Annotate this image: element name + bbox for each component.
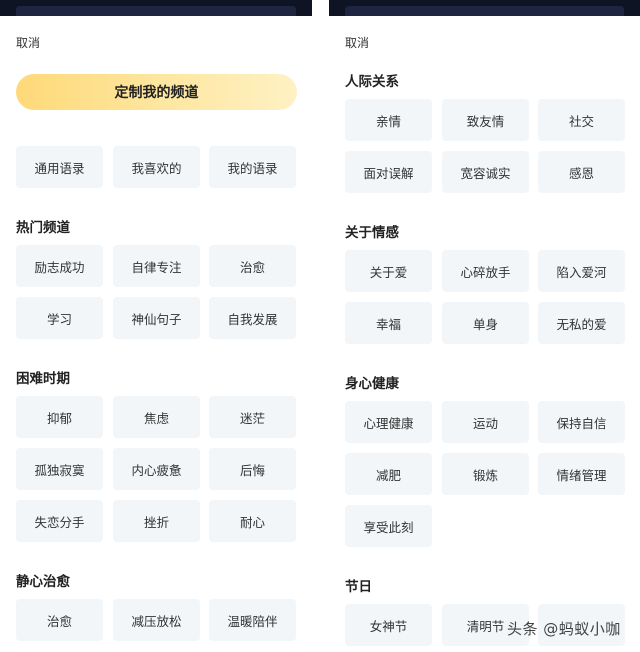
status-bar: [0, 0, 312, 16]
chip[interactable]: 享受此刻: [345, 505, 432, 547]
watermark-text: 头条 @蚂蚁小咖: [507, 620, 621, 638]
section-title-health: 身心健康: [345, 376, 399, 392]
chip[interactable]: 治愈: [16, 599, 103, 641]
chip[interactable]: 迷茫: [209, 396, 296, 438]
chip[interactable]: 运动: [442, 401, 529, 443]
chip[interactable]: 内心疲惫: [113, 448, 200, 490]
chip[interactable]: 无私的爱: [538, 302, 625, 344]
section-title-holidays: 节日: [345, 579, 372, 595]
chip[interactable]: 挫折: [113, 500, 200, 542]
chip[interactable]: 女神节: [345, 604, 432, 646]
chip[interactable]: 治愈: [209, 245, 296, 287]
chip[interactable]: 神仙句子: [113, 297, 200, 339]
chip[interactable]: 亲情: [345, 99, 432, 141]
chip[interactable]: 心理健康: [345, 401, 432, 443]
chip[interactable]: 减肥: [345, 453, 432, 495]
chip[interactable]: 关于爱: [345, 250, 432, 292]
customize-channel-button[interactable]: 定制我的频道: [16, 74, 297, 110]
chip[interactable]: 温暖陪伴: [209, 599, 296, 641]
chip[interactable]: 锻炼: [442, 453, 529, 495]
section-title-calm: 静心治愈: [16, 574, 70, 590]
chip[interactable]: 失恋分手: [16, 500, 103, 542]
chip[interactable]: 自律专注: [113, 245, 200, 287]
chip[interactable]: 陷入爱河: [538, 250, 625, 292]
section-title-emotions: 关于情感: [345, 225, 399, 241]
chip[interactable]: 情绪管理: [538, 453, 625, 495]
chip[interactable]: 焦虑: [113, 396, 200, 438]
chip[interactable]: 致友情: [442, 99, 529, 141]
chip-general-quotes[interactable]: 通用语录: [16, 146, 103, 188]
cancel-button[interactable]: 取消: [345, 34, 369, 51]
chip[interactable]: 孤独寂寞: [16, 448, 103, 490]
chip[interactable]: 耐心: [209, 500, 296, 542]
chip[interactable]: 单身: [442, 302, 529, 344]
chip[interactable]: 后悔: [209, 448, 296, 490]
chip-my-quotes[interactable]: 我的语录: [209, 146, 296, 188]
chip[interactable]: 幸福: [345, 302, 432, 344]
right-channel-panel: 取消 人际关系 亲情 致友情 社交 面对误解 宽容诚实 感恩 关于情感 关于爱 …: [329, 0, 640, 652]
left-channel-panel: 取消 定制我的频道 通用语录 我喜欢的 我的语录 热门频道 励志成功 自律专注 …: [0, 0, 312, 652]
chip[interactable]: 社交: [538, 99, 625, 141]
chip[interactable]: 宽容诚实: [442, 151, 529, 193]
chip[interactable]: 自我发展: [209, 297, 296, 339]
chip[interactable]: 抑郁: [16, 396, 103, 438]
chip[interactable]: 学习: [16, 297, 103, 339]
cancel-button[interactable]: 取消: [16, 34, 40, 51]
chip[interactable]: 励志成功: [16, 245, 103, 287]
section-title-hard-times: 困难时期: [16, 371, 70, 387]
chip[interactable]: 减压放松: [113, 599, 200, 641]
chip[interactable]: 心碎放手: [442, 250, 529, 292]
chip[interactable]: 保持自信: [538, 401, 625, 443]
section-title-hot: 热门频道: [16, 220, 70, 236]
status-bar: [329, 0, 640, 16]
chip-my-favorites[interactable]: 我喜欢的: [113, 146, 200, 188]
section-title-relationships: 人际关系: [345, 74, 399, 90]
chip[interactable]: 感恩: [538, 151, 625, 193]
chip[interactable]: 面对误解: [345, 151, 432, 193]
